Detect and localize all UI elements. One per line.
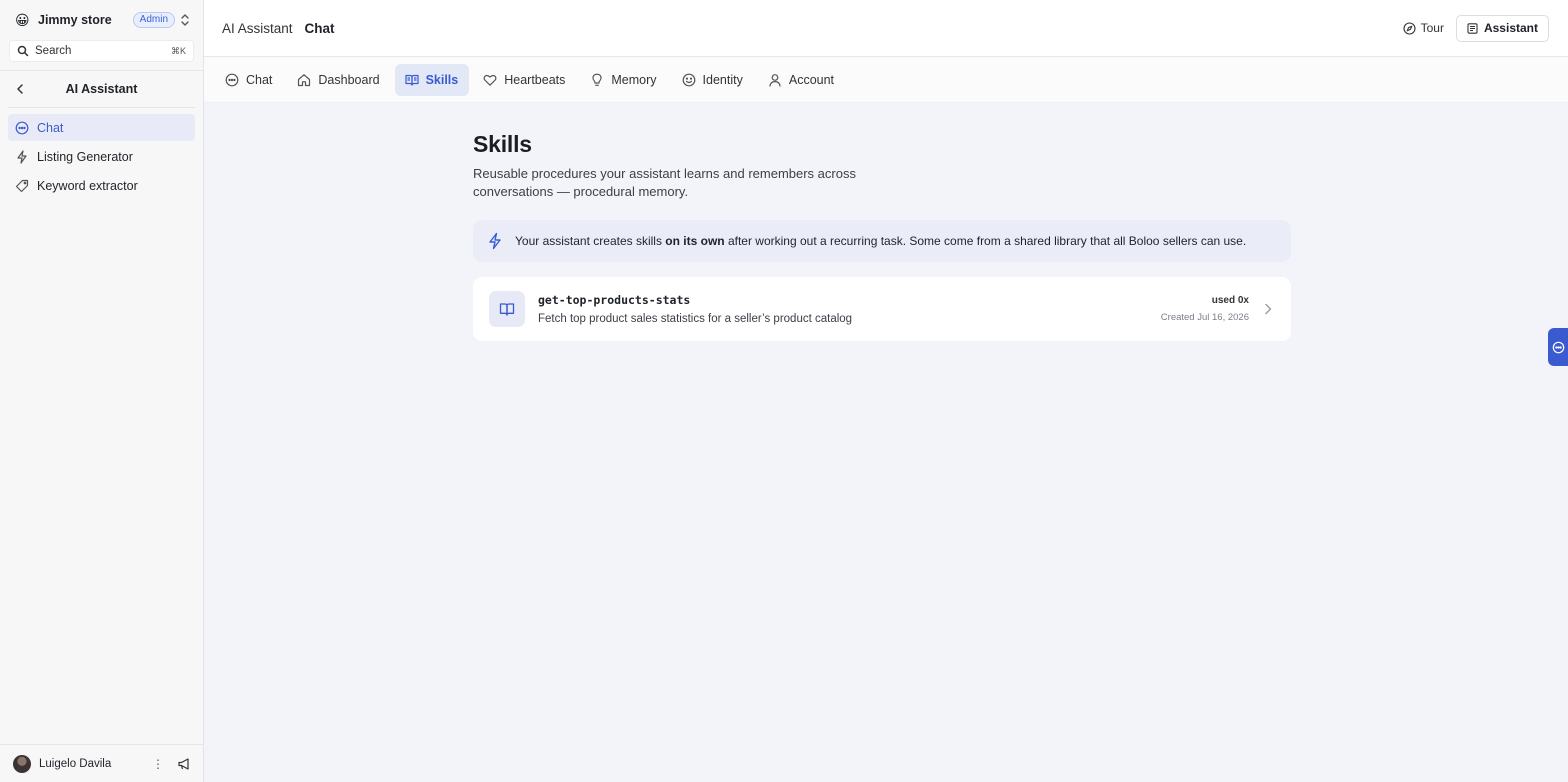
- megaphone-icon[interactable]: [177, 757, 191, 771]
- skill-description: Fetch top product sales statistics for a…: [538, 313, 853, 325]
- section-header: AI Assistant: [8, 71, 195, 108]
- main-area: AI Assistant Chat Tour Assistant Chat Da…: [204, 0, 1568, 782]
- tag-icon: [15, 179, 29, 193]
- section-title: AI Assistant: [65, 82, 138, 96]
- chat-bubble-icon: [1552, 341, 1565, 354]
- skill-card[interactable]: get-top-products-stats Fetch top product…: [473, 277, 1291, 341]
- more-vertical-icon[interactable]: ⋮: [152, 757, 164, 771]
- info-text: Your assistant creates skills on its own…: [515, 234, 1246, 248]
- tab-account[interactable]: Account: [758, 64, 845, 96]
- skill-name: get-top-products-stats: [538, 293, 691, 307]
- skill-usage-count: used 0x: [1211, 295, 1249, 306]
- page-description: Reusable procedures your assistant learn…: [473, 166, 856, 199]
- chat-bubble-icon: [225, 73, 239, 87]
- tab-label: Heartbeats: [504, 72, 566, 87]
- book-open-icon: [404, 73, 419, 87]
- chat-launcher-button[interactable]: [1548, 328, 1568, 366]
- user-icon: [768, 73, 782, 87]
- skill-info: get-top-products-stats Fetch top product…: [538, 293, 852, 325]
- skills-panel: Skills Reusable procedures your assistan…: [473, 103, 1291, 341]
- book-open-icon: [499, 301, 515, 317]
- breadcrumb-parent[interactable]: AI Assistant: [222, 21, 293, 36]
- tab-label: Account: [788, 72, 835, 87]
- skill-created-date: Created Jul 16, 2026: [1160, 312, 1249, 323]
- search-shortcut: ⌘K: [170, 45, 186, 56]
- tab-skills[interactable]: Skills: [394, 63, 470, 96]
- lightbulb-icon: [590, 73, 604, 87]
- tab-label: Dashboard: [318, 72, 380, 87]
- store-name: Jimmy store: [38, 13, 112, 27]
- info-callout: Your assistant creates skills on its own…: [473, 220, 1291, 262]
- info-text-suffix: after working out a recurring task. Some…: [724, 234, 1247, 248]
- sidebar-item-label: Keyword extractor: [37, 178, 138, 193]
- tab-heartbeats[interactable]: Heartbeats: [473, 64, 576, 96]
- smiley-icon: [682, 73, 696, 87]
- breadcrumb-current: Chat: [304, 20, 335, 36]
- store-switcher[interactable]: 😀 Jimmy store Admin: [0, 0, 203, 40]
- page-title: Skills: [473, 131, 532, 157]
- compass-icon: [1403, 21, 1416, 35]
- assistant-panel-icon: [1467, 22, 1478, 34]
- skill-icon-tile: [489, 291, 525, 327]
- tab-memory[interactable]: Memory: [580, 64, 667, 96]
- tab-identity[interactable]: Identity: [672, 64, 754, 96]
- info-text-prefix: Your assistant creates skills: [515, 234, 666, 248]
- sidebar-item-chat[interactable]: Chat: [8, 114, 195, 141]
- tab-label: Identity: [702, 72, 743, 87]
- tour-label: Tour: [1420, 21, 1444, 35]
- sidebar-item-label: Listing Generator: [37, 149, 133, 164]
- sidebar: 😀 Jimmy store Admin Search ⌘K AI Assista…: [0, 0, 204, 782]
- tab-chat[interactable]: Chat: [215, 64, 283, 96]
- lightning-icon: [486, 232, 504, 250]
- avatar: [13, 754, 31, 773]
- home-icon: [297, 73, 311, 87]
- top-bar: AI Assistant Chat Tour Assistant: [204, 0, 1568, 57]
- search-input[interactable]: Search ⌘K: [9, 40, 194, 62]
- tour-button[interactable]: Tour: [1403, 21, 1444, 35]
- assistant-button[interactable]: Assistant: [1455, 14, 1549, 42]
- user-menu[interactable]: Luigelo Davila ⋮: [0, 744, 203, 782]
- store-emoji-icon: 😀: [15, 12, 30, 28]
- skill-meta: used 0x Created Jul 16, 2026: [1161, 295, 1249, 323]
- assistant-label: Assistant: [1483, 21, 1538, 35]
- sidebar-nav: Chat Listing Generator Keyword extractor: [0, 108, 203, 201]
- tab-label: Chat: [246, 72, 273, 87]
- info-text-emphasis: on its own: [665, 234, 725, 248]
- sidebar-item-label: Chat: [37, 120, 64, 135]
- tab-bar: Chat Dashboard Skills Heartbeats Memory …: [204, 57, 1568, 103]
- chat-bubble-icon: [15, 121, 29, 135]
- role-badge: Admin: [132, 12, 176, 28]
- search-label: Search: [35, 45, 72, 57]
- tab-label: Skills: [425, 72, 459, 87]
- lightning-icon: [15, 149, 29, 164]
- chevron-right-icon: [1263, 303, 1273, 315]
- sidebar-item-listing-generator[interactable]: Listing Generator: [8, 143, 195, 170]
- heart-icon: [483, 73, 497, 87]
- search-icon: [17, 45, 29, 57]
- skills-content: Skills Reusable procedures your assistan…: [204, 103, 1568, 782]
- sidebar-item-keyword-extractor[interactable]: Keyword extractor: [8, 172, 195, 199]
- chevron-up-down-icon[interactable]: [179, 13, 191, 27]
- user-name: Luigelo Davila: [39, 757, 112, 770]
- tab-dashboard[interactable]: Dashboard: [287, 64, 390, 96]
- back-arrow-icon[interactable]: [14, 83, 26, 95]
- top-actions: Tour Assistant: [1403, 14, 1549, 42]
- tab-label: Memory: [611, 72, 657, 87]
